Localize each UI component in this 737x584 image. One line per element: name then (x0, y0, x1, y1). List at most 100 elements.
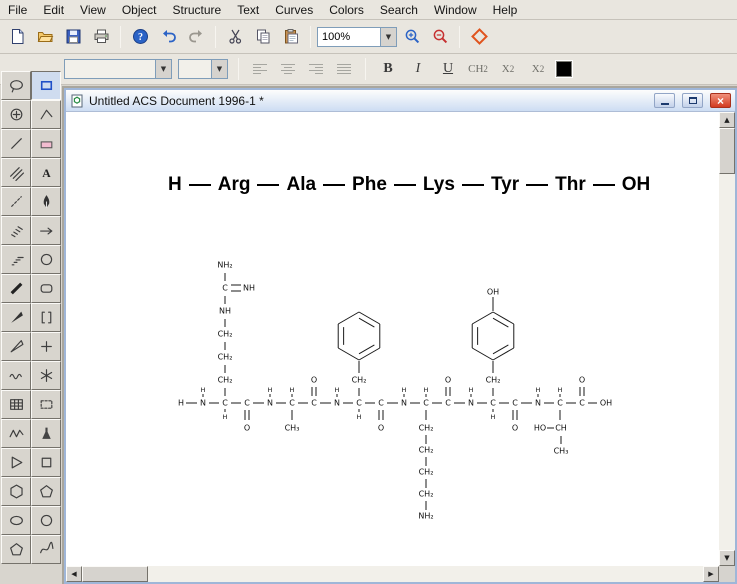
italic-button[interactable]: I (406, 57, 430, 81)
triangle-tool[interactable] (1, 448, 31, 477)
scroll-up-button[interactable] (719, 112, 735, 128)
rounded-rect-tool[interactable] (31, 274, 61, 303)
dashed-bond-tool[interactable] (1, 187, 31, 216)
open-folder-icon (37, 32, 53, 42)
align-center-button[interactable] (277, 58, 299, 80)
align-right-button[interactable] (305, 58, 327, 80)
peptide-sequence[interactable]: H Arg Ala Phe Lys Tyr Thr OH (168, 174, 650, 196)
polygon-ring-tool[interactable] (1, 535, 31, 564)
superscript-button[interactable]: X2 (526, 57, 550, 81)
scroll-down-button[interactable] (719, 550, 735, 566)
horizontal-scrollbar[interactable] (66, 566, 719, 582)
bold-button[interactable]: B (376, 57, 400, 81)
structure-svg[interactable]: H N C C N C C N C C N C C N C C N C C OHH H H H H HH H HH H HOOOOOOC… (166, 252, 636, 532)
close-button[interactable] (710, 93, 731, 108)
open-button[interactable] (32, 24, 58, 50)
color-swatch[interactable] (555, 60, 573, 78)
formula-button[interactable]: CH 2 (466, 57, 490, 81)
toolbar-separator (310, 25, 311, 48)
menu-file[interactable]: File (0, 1, 35, 19)
paste-clipboard-icon (284, 29, 298, 44)
menu-object[interactable]: Object (114, 1, 165, 19)
text-tool[interactable]: A (31, 158, 61, 187)
vertical-scrollbar[interactable] (719, 112, 735, 566)
copy-button[interactable] (250, 24, 276, 50)
menu-text[interactable]: Text (229, 1, 267, 19)
cut-button[interactable] (222, 24, 248, 50)
wavy-bond-tool[interactable] (1, 361, 31, 390)
underline-button[interactable]: U (436, 57, 460, 81)
charge-plus-tool[interactable] (31, 332, 61, 361)
scroll-right-button[interactable] (703, 566, 719, 582)
zoom-dropdown-arrow[interactable] (380, 27, 396, 46)
menu-view[interactable]: View (72, 1, 114, 19)
paste-button[interactable] (278, 24, 304, 50)
circle-tool[interactable] (31, 506, 61, 535)
h-scroll-thumb[interactable] (82, 566, 148, 582)
font-family-dropdown-arrow[interactable] (155, 60, 171, 78)
rotate-tool[interactable] (1, 100, 31, 129)
atom-label: H (268, 386, 273, 394)
v-scroll-thumb[interactable] (719, 128, 735, 174)
table-tool[interactable] (1, 390, 31, 419)
lasso-tool[interactable] (1, 71, 31, 100)
atom-label: CH₃ (554, 447, 569, 456)
bracket-tool[interactable] (31, 303, 61, 332)
align-left-button[interactable] (249, 58, 271, 80)
angle-bond-tool[interactable] (31, 100, 61, 129)
bold-bond-tool[interactable] (1, 274, 31, 303)
selection-rect-tool[interactable] (31, 390, 61, 419)
zigzag-arrow-tool[interactable] (1, 419, 31, 448)
pentagon-ring-tool-icon (39, 485, 53, 498)
subscript-button[interactable]: X2 (496, 57, 520, 81)
new-document-button[interactable] (4, 24, 30, 50)
menu-window[interactable]: Window (426, 1, 485, 19)
pen-tool[interactable] (31, 187, 61, 216)
asterisk-tool[interactable] (31, 361, 61, 390)
font-size-select[interactable] (178, 59, 228, 79)
curve-tool[interactable] (31, 535, 61, 564)
marquee-tool[interactable] (31, 71, 61, 100)
menu-search[interactable]: Search (372, 1, 426, 19)
pentagon-ring-tool[interactable] (31, 477, 61, 506)
zoom-select[interactable]: 100% (317, 26, 397, 47)
maximize-button[interactable] (682, 93, 703, 108)
align-justify-button[interactable] (333, 58, 355, 80)
menu-help[interactable]: Help (485, 1, 526, 19)
solid-bond-tool[interactable] (1, 129, 31, 158)
eraser-tool[interactable] (31, 129, 61, 158)
atom-label: H (335, 386, 340, 394)
menu-edit[interactable]: Edit (35, 1, 72, 19)
save-button[interactable] (60, 24, 86, 50)
menu-curves[interactable]: Curves (267, 1, 321, 19)
square-tool[interactable] (31, 448, 61, 477)
lasso-tool-icon (9, 80, 23, 93)
redo-button[interactable] (183, 24, 209, 50)
hexagon-ring-tool[interactable] (1, 477, 31, 506)
document-canvas[interactable]: H Arg Ala Phe Lys Tyr Thr OH HNCCNCCNCCNCCNCCNC… (66, 112, 719, 566)
zoom-out-button[interactable] (427, 24, 453, 50)
orbital-tool[interactable] (31, 245, 61, 274)
multiple-bond-tool[interactable] (1, 158, 31, 187)
document-titlebar[interactable]: Untitled ACS Document 1996-1 * (66, 90, 735, 112)
hashed-wedge-tool[interactable] (1, 245, 31, 274)
arrow-tool[interactable] (31, 216, 61, 245)
minimize-button[interactable] (654, 93, 675, 108)
ellipse-tool[interactable] (1, 506, 31, 535)
zoom-in-button[interactable] (399, 24, 425, 50)
hash-bond-tool[interactable] (1, 216, 31, 245)
scroll-left-button[interactable] (66, 566, 82, 582)
print-button[interactable] (88, 24, 114, 50)
font-size-dropdown-arrow[interactable] (211, 60, 227, 78)
undo-button[interactable] (155, 24, 181, 50)
clipart-tool[interactable] (31, 419, 61, 448)
help-button[interactable]: ? (127, 24, 153, 50)
menu-structure[interactable]: Structure (165, 1, 230, 19)
wedge-bond-tool[interactable] (1, 303, 31, 332)
hollow-wedge-tool[interactable] (1, 332, 31, 361)
menu-colors[interactable]: Colors (321, 1, 372, 19)
circle-tool-icon (40, 514, 52, 527)
font-family-select[interactable] (64, 59, 172, 79)
chemoffice-button[interactable] (466, 24, 492, 50)
residue-label: Lys (422, 174, 455, 195)
